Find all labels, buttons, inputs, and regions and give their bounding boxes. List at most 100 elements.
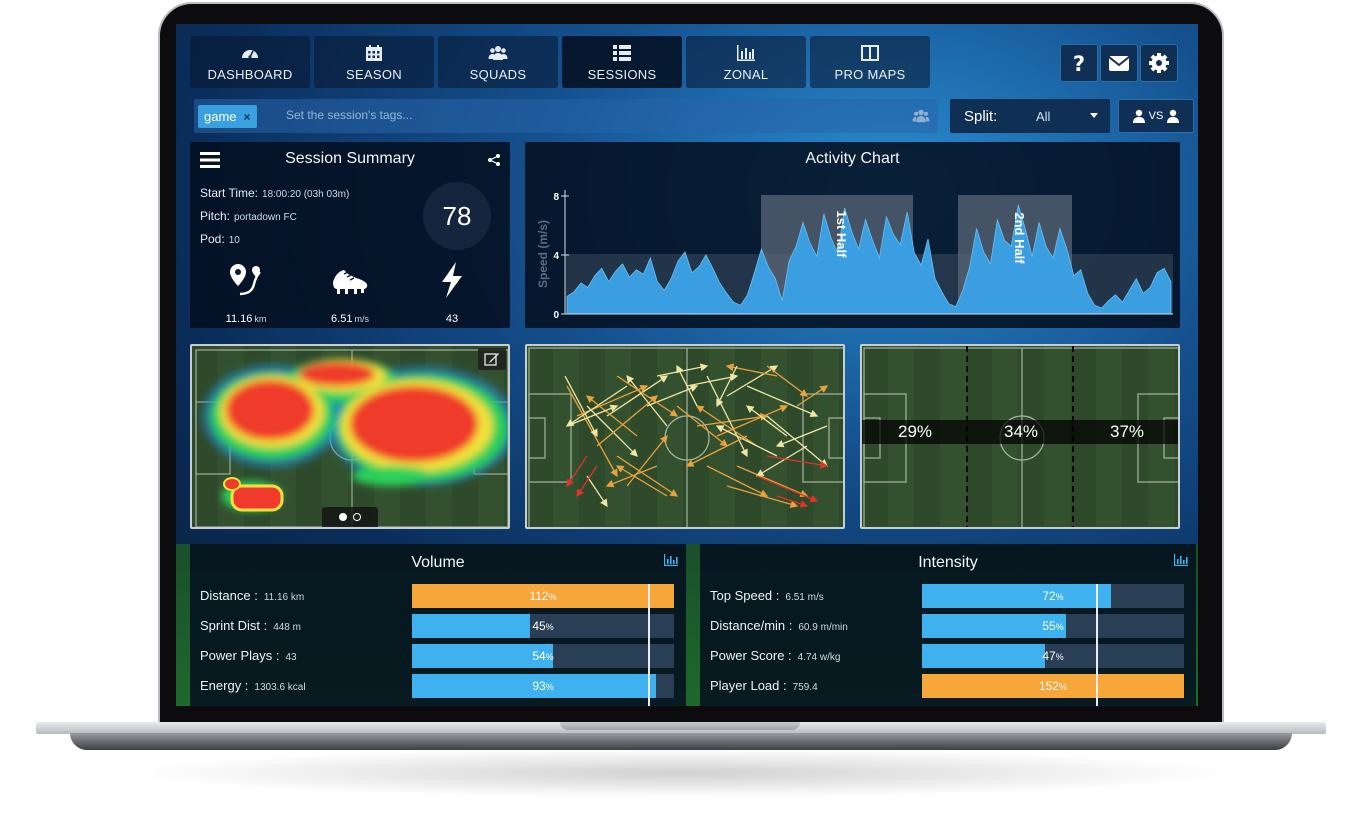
session-tags-bar[interactable]: game × xyxy=(194,99,938,133)
mail-button[interactable] xyxy=(1100,44,1138,82)
metric-row: Sprint Dist : 448 m 45% xyxy=(190,614,686,638)
pass-arrow xyxy=(775,425,828,448)
pass-arrow xyxy=(566,455,588,488)
pod: Pod: 10 xyxy=(200,232,240,246)
percent-sign: % xyxy=(548,592,557,602)
percent-number: 152 xyxy=(1038,679,1059,693)
start-time: Start Time: 18:00:20 (03h 03m) xyxy=(200,186,349,200)
metric-name: Distance/min : xyxy=(710,618,793,633)
carousel-pagination xyxy=(322,507,378,527)
metric-bar: 152% xyxy=(922,674,1184,698)
percent-sign: % xyxy=(1055,652,1064,662)
route-pin-icon xyxy=(230,264,261,296)
metric-label: Energy : 1303.6 kcal xyxy=(200,678,306,693)
pass-arrow xyxy=(676,405,729,447)
help-button[interactable]: ? xyxy=(1060,44,1098,82)
y-tick-label: 8 xyxy=(553,192,559,203)
tab-dashboard[interactable]: DASHBOARD xyxy=(190,36,310,88)
share-icon[interactable] xyxy=(488,154,500,166)
speed-value: 6.51 xyxy=(331,313,353,325)
metric-value: 11.16 km xyxy=(263,592,305,603)
metric-percent: 72% xyxy=(922,589,1184,603)
metric-bar: 47% xyxy=(922,644,1184,668)
bar-chart-icon[interactable] xyxy=(664,554,678,566)
metric-bar: 112% xyxy=(412,584,674,608)
tab-label: ZONAL xyxy=(723,66,769,82)
tab-zonal[interactable]: ZONAL xyxy=(686,36,806,88)
tab-label: SESSIONS xyxy=(587,66,657,82)
pass-arrow xyxy=(646,384,699,407)
tab-pro-maps[interactable]: PRO MAPS xyxy=(810,36,930,88)
target-line xyxy=(1096,584,1098,706)
carousel-dot[interactable] xyxy=(339,513,347,521)
pass-arrow xyxy=(696,413,769,427)
pass-arrow xyxy=(656,363,709,377)
group-icon[interactable] xyxy=(912,108,930,124)
metric-percent: 112% xyxy=(412,589,674,603)
pass-arrow xyxy=(605,465,658,488)
versus-compare-button[interactable]: VS xyxy=(1118,99,1194,133)
carousel-dot[interactable] xyxy=(353,513,361,521)
tags-input[interactable] xyxy=(286,108,686,122)
metric-name: Sprint Dist : xyxy=(200,618,268,633)
percent-sign: % xyxy=(545,682,554,692)
split-select[interactable]: Split: All xyxy=(950,99,1110,133)
split-panel-icon xyxy=(861,44,879,61)
pass-arrow xyxy=(746,385,819,418)
pod-label: Pod: xyxy=(200,232,225,246)
metric-name: Distance : xyxy=(200,588,258,603)
metric-label: Distance/min : 60.9 m/min xyxy=(710,618,848,633)
tab-sessions[interactable]: SESSIONS xyxy=(562,36,682,88)
zone-percent: 37% xyxy=(1109,422,1145,441)
metric-value: 6.51 m/s xyxy=(785,592,824,603)
zone-percent: 34% xyxy=(1003,422,1039,441)
intensity-panel: Intensity Top Speed :6.51 m/s 72% Distance… xyxy=(700,544,1196,706)
gauge-icon xyxy=(242,49,258,59)
pass-arrow xyxy=(766,415,828,467)
pass-arrow xyxy=(796,385,829,407)
zonal-panel[interactable]: 29% 34% 37% xyxy=(860,344,1180,529)
panel-title: Volume xyxy=(411,554,465,571)
metric-bar: 72% xyxy=(922,584,1184,608)
pass-arrow xyxy=(576,384,649,417)
metric-value: 4.74 w/kg xyxy=(797,652,841,663)
heatmap-panel[interactable] xyxy=(190,344,510,529)
metric-name: Energy : xyxy=(200,678,249,693)
metric-label: Sprint Dist : 448 m xyxy=(200,618,301,633)
pass-arrow xyxy=(576,465,598,498)
percent-number: 54 xyxy=(532,649,546,663)
tab-season[interactable]: SEASON xyxy=(314,36,434,88)
metric-value: 1303.6 kcal xyxy=(254,682,306,693)
edit-icon xyxy=(484,353,499,366)
target-line xyxy=(648,584,650,706)
metric-row: Player Load : 759.4 152% xyxy=(700,674,1196,698)
svg-text:?: ? xyxy=(1073,52,1085,74)
pass-map-panel[interactable] xyxy=(525,344,845,529)
remove-tag-icon[interactable]: × xyxy=(244,110,251,124)
vs-label: VS xyxy=(1148,110,1164,122)
percent-number: 93 xyxy=(532,679,546,693)
percent-sign: % xyxy=(545,652,554,662)
metric-row: Distance/min : 60.9 m/min 55% xyxy=(700,614,1196,638)
pass-arrow xyxy=(616,375,679,417)
metric-value: 759.4 xyxy=(792,682,818,693)
tag-chip[interactable]: game × xyxy=(198,105,257,128)
laptop-notch xyxy=(560,722,800,730)
mail-icon xyxy=(1108,56,1130,71)
edit-button[interactable] xyxy=(478,348,506,370)
bar-chart-icon[interactable] xyxy=(1174,554,1188,566)
metric-bar: 54% xyxy=(412,644,674,668)
tab-squads[interactable]: SQUADS xyxy=(438,36,558,88)
metric-row: Power Score : 4.74 w/kg 47% xyxy=(700,644,1196,668)
settings-button[interactable] xyxy=(1140,44,1178,82)
metric-row: Distance : 11.16 km 112% xyxy=(190,584,686,608)
percent-sign: % xyxy=(545,622,554,632)
power-stat: 43 xyxy=(412,260,492,325)
laptop-shadow xyxy=(120,748,1240,798)
heatmap-pitch xyxy=(195,349,508,527)
metric-row: Power Plays : 43 54% xyxy=(190,644,686,668)
pitch-value: portadown FC xyxy=(234,212,297,223)
percent-number: 45 xyxy=(532,619,546,633)
lightning-icon xyxy=(442,262,462,298)
metric-row: Top Speed : 6.51 m/s 72% xyxy=(700,584,1196,608)
